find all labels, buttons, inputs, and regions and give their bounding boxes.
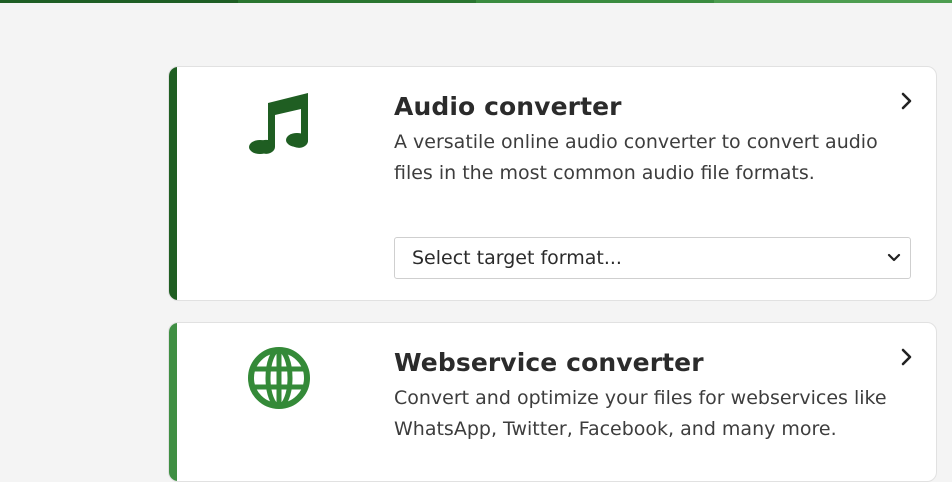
audio-converter-title[interactable]: Audio converter (394, 92, 622, 121)
globe-icon (239, 343, 319, 413)
chevron-right-icon[interactable] (900, 91, 914, 111)
chevron-right-icon[interactable] (900, 347, 914, 367)
top-bar-segment-1 (0, 0, 238, 3)
audio-converter-description: A versatile online audio converter to co… (394, 131, 878, 184)
webservice-converter-card[interactable]: Webservice converter Convert and optimiz… (168, 322, 937, 482)
target-format-select-value: Select target format... (412, 247, 622, 269)
webservice-converter-description: Convert and optimize your files for webs… (394, 387, 887, 440)
top-bar-segment-3 (476, 0, 714, 3)
target-format-select[interactable]: Select target format... (394, 237, 911, 279)
top-progress-bar (0, 0, 952, 3)
top-bar-segment-4 (714, 0, 952, 3)
chevron-down-icon (887, 253, 901, 262)
audio-converter-card[interactable]: Audio converter A versatile online audio… (168, 66, 937, 301)
audio-card-accent (169, 67, 177, 300)
music-note-icon (239, 87, 319, 157)
top-bar-segment-2 (238, 0, 476, 3)
webservice-converter-title[interactable]: Webservice converter (394, 348, 704, 377)
webservice-card-accent (169, 323, 177, 481)
